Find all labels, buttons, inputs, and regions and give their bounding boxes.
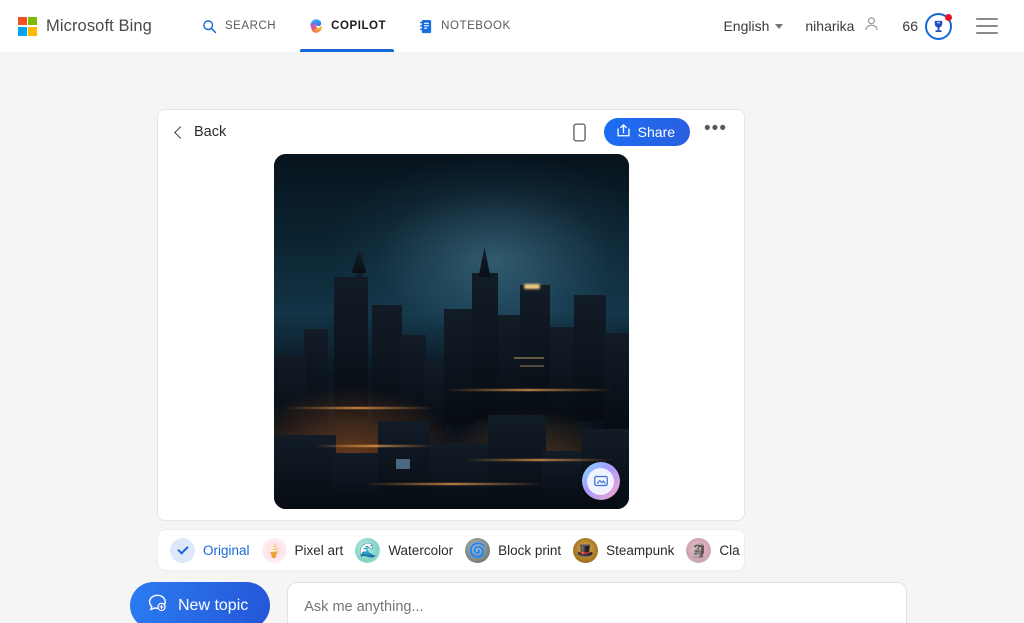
search-icon	[202, 18, 218, 34]
style-chip-label: Original	[203, 542, 250, 558]
back-button[interactable]: Back	[174, 124, 227, 140]
ask-box[interactable]	[287, 582, 908, 623]
app-header: Microsoft Bing SEARCH COPILOT NOTEBOOK E…	[0, 0, 1024, 52]
share-icon	[616, 123, 631, 141]
new-topic-label: New topic	[178, 596, 249, 614]
image-result-panel: Back Share •••	[157, 109, 745, 521]
style-chip-label: Cla	[719, 542, 740, 558]
tab-copilot-label: COPILOT	[331, 20, 387, 32]
new-topic-icon	[147, 593, 168, 619]
style-chip-label: Watercolor	[388, 542, 454, 558]
more-options-button[interactable]: •••	[701, 119, 730, 141]
tab-notebook-label: NOTEBOOK	[441, 20, 511, 32]
style-glyph: 🗿	[690, 542, 708, 558]
notification-dot	[945, 13, 952, 21]
tab-search[interactable]: SEARCH	[188, 0, 290, 52]
tab-notebook[interactable]: NOTEBOOK	[404, 0, 525, 52]
chevron-down-icon	[775, 23, 784, 29]
style-chip-watercolor[interactable]: 🌊 Watercolor	[355, 537, 457, 563]
share-label: Share	[637, 124, 676, 140]
share-button[interactable]: Share	[603, 118, 691, 146]
composer: New topic	[130, 582, 908, 623]
style-thumbnail-icon: 🗿	[686, 537, 712, 563]
style-glyph: 🎩	[576, 542, 595, 558]
tab-copilot[interactable]: COPILOT	[294, 0, 400, 52]
style-chip-block-print[interactable]: 🌀 Block print	[465, 537, 565, 563]
expand-image-button[interactable]	[581, 462, 620, 500]
style-glyph: 🌊	[359, 542, 377, 558]
mobile-icon[interactable]	[567, 119, 593, 145]
rewards-trophy-icon	[925, 12, 952, 40]
style-chip-label: Steampunk	[606, 542, 675, 558]
microsoft-logo-icon	[18, 16, 37, 36]
search-input[interactable]	[304, 599, 785, 615]
panel-toolbar: Back Share •••	[158, 110, 744, 154]
new-topic-button[interactable]: New topic	[130, 582, 271, 623]
generated-image-wrap	[158, 154, 744, 509]
language-selector[interactable]: English	[713, 12, 793, 40]
style-chip-pixel-art[interactable]: 🍦 Pixel art	[261, 537, 348, 563]
hamburger-menu-icon[interactable]	[976, 18, 998, 34]
style-chip-label: Block print	[498, 542, 562, 558]
page-stage: Back Share ••• Original 🍦 Pixel art 🌊 Wa…	[0, 52, 1024, 623]
tab-search-label: SEARCH	[224, 20, 277, 32]
style-thumbnail-icon: 🍦	[261, 537, 287, 563]
panel-toolbar-actions: Share •••	[567, 118, 730, 146]
user-account[interactable]: niharika	[793, 9, 892, 43]
bing-brand[interactable]: Microsoft Bing	[18, 16, 152, 36]
expand-image-icon	[587, 467, 614, 495]
style-thumbnail-icon: 🌀	[465, 537, 491, 563]
rewards-button[interactable]: 66	[892, 9, 962, 44]
style-chip-original[interactable]: Original	[170, 537, 254, 563]
style-chip-label: Pixel art	[294, 542, 344, 558]
notebook-icon	[418, 18, 434, 34]
avatar	[863, 15, 880, 37]
style-chip-steampunk[interactable]: 🎩 Steampunk	[573, 537, 678, 563]
header-right-group: English niharika 66	[713, 9, 1008, 44]
chevron-left-icon	[174, 125, 187, 139]
main-nav: SEARCH COPILOT NOTEBOOK	[188, 0, 525, 52]
user-name-label: niharika	[805, 18, 855, 34]
copilot-icon	[308, 18, 324, 34]
generated-image[interactable]	[273, 154, 629, 509]
language-label: English	[723, 18, 770, 34]
style-chip-clay[interactable]: 🗿 Cla	[686, 537, 743, 563]
rewards-count: 66	[902, 18, 918, 34]
style-glyph: 🌀	[468, 542, 487, 558]
style-chip-strip[interactable]: Original 🍦 Pixel art 🌊 Watercolor 🌀 Bloc…	[157, 529, 745, 571]
back-label: Back	[194, 124, 227, 140]
brand-text: Microsoft Bing	[46, 16, 152, 35]
style-thumbnail-icon: 🎩	[573, 537, 599, 563]
style-thumbnail-icon: 🌊	[355, 537, 381, 563]
style-glyph: 🍦	[265, 542, 283, 558]
check-icon	[170, 537, 195, 563]
